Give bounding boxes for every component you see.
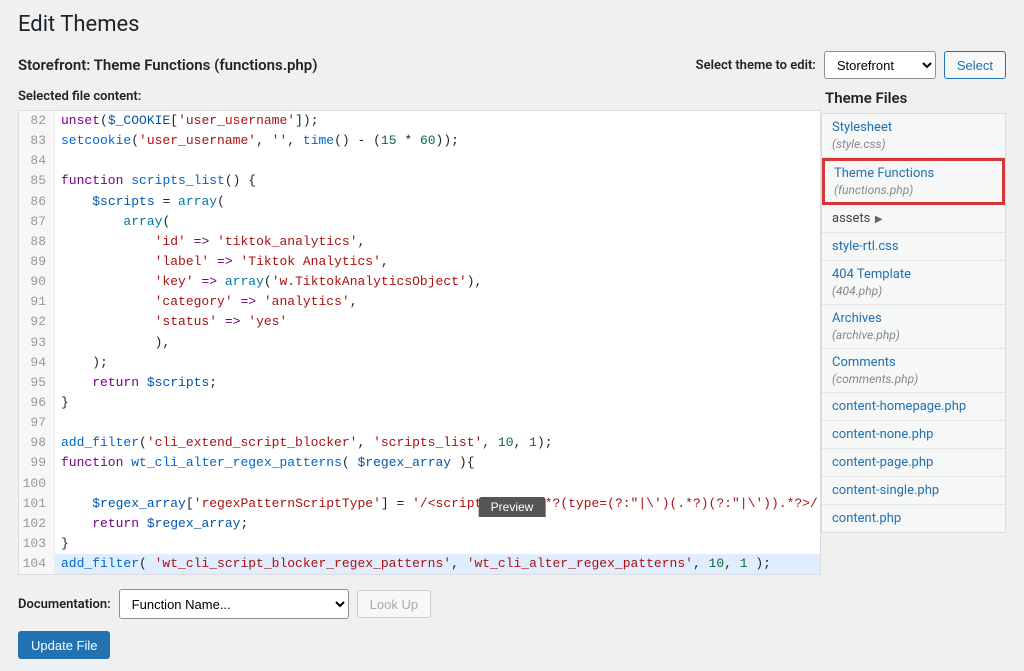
file-item[interactable]: Archives(archive.php) bbox=[822, 305, 1005, 349]
update-file-button[interactable]: Update File bbox=[18, 631, 110, 659]
theme-select[interactable]: Storefront bbox=[824, 51, 936, 79]
preview-button[interactable]: Preview bbox=[479, 497, 546, 517]
documentation-label: Documentation: bbox=[18, 597, 111, 612]
code-editor[interactable]: 82unset($_COOKIE['user_username']);83set… bbox=[18, 110, 821, 575]
file-item[interactable]: style-rtl.css bbox=[822, 233, 1005, 261]
lookup-button[interactable]: Look Up bbox=[357, 590, 431, 618]
theme-select-label: Select theme to edit: bbox=[696, 58, 816, 73]
file-subtitle: Storefront: Theme Functions (functions.p… bbox=[18, 56, 318, 74]
documentation-select[interactable]: Function Name... bbox=[119, 589, 349, 619]
theme-files-heading: Theme Files bbox=[821, 89, 1006, 107]
file-item[interactable]: content-none.php bbox=[822, 421, 1005, 449]
file-item[interactable]: Stylesheet(style.css) bbox=[822, 114, 1005, 158]
file-item[interactable]: content-single.php bbox=[822, 477, 1005, 505]
chevron-right-icon: ▶ bbox=[872, 214, 882, 225]
file-item[interactable]: content-homepage.php bbox=[822, 393, 1005, 421]
file-item[interactable]: 404 Template(404.php) bbox=[822, 261, 1005, 305]
selected-file-label: Selected file content: bbox=[18, 89, 821, 104]
theme-file-list: Stylesheet(style.css)Theme Functions(fun… bbox=[821, 113, 1006, 533]
file-item[interactable]: assets ▶ bbox=[822, 205, 1005, 233]
select-theme-button[interactable]: Select bbox=[944, 51, 1006, 79]
page-title: Edit Themes bbox=[18, 12, 1006, 37]
file-item[interactable]: content-page.php bbox=[822, 449, 1005, 477]
file-item[interactable]: content.php bbox=[822, 505, 1005, 532]
file-item[interactable]: Theme Functions(functions.php) bbox=[822, 158, 1005, 205]
file-item[interactable]: Comments(comments.php) bbox=[822, 349, 1005, 393]
